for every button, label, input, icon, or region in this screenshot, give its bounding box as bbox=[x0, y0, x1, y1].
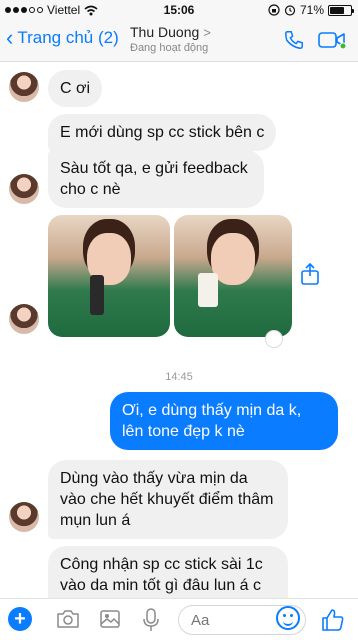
message-list[interactable]: C ơi E mới dùng sp cc stick bên c Sàu tố… bbox=[0, 62, 358, 602]
avatar[interactable] bbox=[9, 502, 39, 532]
message-incoming[interactable]: C ơi bbox=[48, 70, 103, 107]
conversation-header: ‹ Trang chủ (2) Thu Duong > Đang hoạt độ… bbox=[0, 20, 358, 62]
back-chevron-icon: ‹ bbox=[6, 25, 14, 50]
avatar[interactable] bbox=[9, 72, 39, 102]
emoji-icon[interactable] bbox=[276, 606, 300, 630]
back-label: Trang chủ (2) bbox=[17, 28, 119, 47]
battery-icon bbox=[328, 4, 354, 16]
camera-icon[interactable] bbox=[56, 608, 80, 630]
message-incoming[interactable]: Công nhận sp cc stick sài 1c vào da min … bbox=[48, 546, 288, 602]
status-bar: Viettel 15:06 71% bbox=[0, 0, 358, 20]
chevron-right-icon: > bbox=[203, 24, 211, 40]
battery-level-fill bbox=[330, 6, 345, 14]
avatar[interactable] bbox=[9, 304, 39, 334]
battery-percent: 71% bbox=[299, 3, 324, 17]
thumbs-up-icon[interactable] bbox=[320, 607, 346, 633]
message-timestamp: 14:45 bbox=[165, 371, 193, 383]
message-incoming[interactable]: E mới dùng sp cc stick bên c bbox=[48, 114, 277, 151]
lock-rotation-icon bbox=[268, 4, 280, 16]
composer-bar: + bbox=[0, 598, 358, 640]
avatar[interactable] bbox=[9, 174, 39, 204]
message-incoming[interactable]: Sàu tốt qa, e gửi feedback cho c nè bbox=[48, 150, 264, 208]
plus-icon[interactable]: + bbox=[8, 607, 32, 631]
message-outgoing[interactable]: Ơi, e dùng thấy mịn da k, lên tone đẹp k… bbox=[110, 392, 338, 450]
phone-icon[interactable] bbox=[283, 29, 305, 51]
back-button[interactable]: ‹ Trang chủ (2) bbox=[6, 25, 119, 50]
message-incoming[interactable]: Dùng vào thấy vừa mịn da vào che hết khu… bbox=[48, 460, 288, 539]
image-icon[interactable] bbox=[99, 608, 121, 630]
reaction-icon[interactable] bbox=[265, 330, 283, 348]
contact-info[interactable]: Thu Duong > Đang hoạt động bbox=[130, 24, 250, 54]
product-stick bbox=[90, 275, 104, 315]
status-right: 71% bbox=[268, 3, 354, 17]
presence-status: Đang hoạt động bbox=[130, 42, 209, 54]
share-icon[interactable] bbox=[298, 262, 322, 286]
photo-attachment[interactable] bbox=[48, 215, 170, 337]
alarm-icon bbox=[284, 5, 296, 16]
video-icon[interactable] bbox=[318, 31, 346, 49]
microphone-icon[interactable] bbox=[142, 608, 160, 632]
contact-name: Thu Duong bbox=[130, 24, 200, 40]
product-stick bbox=[198, 273, 218, 307]
photo-attachment[interactable] bbox=[174, 215, 292, 337]
